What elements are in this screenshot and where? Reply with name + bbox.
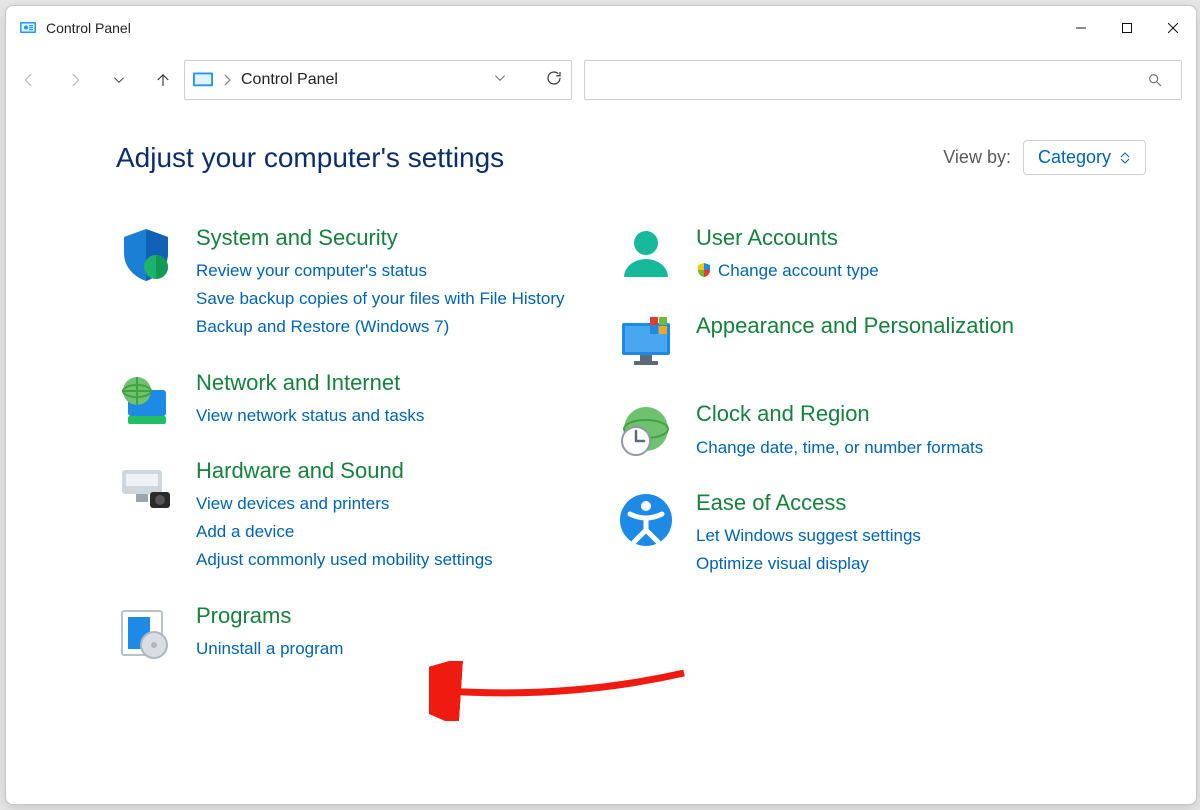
navigation-bar: Control Panel [6,50,1196,110]
breadcrumb-dropdown-button[interactable] [493,71,507,89]
category-programs: Programs Uninstall a program [116,603,576,663]
category-hardware-and-sound: Hardware and Sound View devices and print… [116,458,576,575]
category-body: Programs Uninstall a program [196,603,576,663]
refresh-button[interactable] [545,69,563,91]
category-body: Ease of Access Let Windows suggest settin… [696,490,1076,578]
category-title-user-accounts[interactable]: User Accounts [696,225,1076,251]
category-link-view-devices-and-printers[interactable]: View devices and printers [196,490,576,518]
programs-icon [116,603,176,663]
chevron-right-icon [223,74,231,86]
category-title-ease-of-access[interactable]: Ease of Access [696,490,1076,516]
category-title-appearance-and-personalization[interactable]: Appearance and Personalization [696,313,1076,339]
category-body: User Accounts Change account type [696,225,1076,285]
category-title-system-and-security[interactable]: System and Security [196,225,576,251]
viewby-label: View by: [943,147,1011,168]
address-bar[interactable]: Control Panel [184,60,572,100]
up-button[interactable] [154,71,172,89]
hardware-icon [116,458,176,518]
category-user-accounts: User Accounts Change account type [616,225,1076,285]
category-body: System and Security Review your computer'… [196,225,576,342]
category-column-right: User Accounts Change account type Appearan… [616,225,1076,663]
user-icon [616,225,676,285]
category-title-hardware-and-sound[interactable]: Hardware and Sound [196,458,576,484]
annotation-arrow [429,661,689,721]
recent-locations-button[interactable] [112,73,126,87]
category-link-view-network-status-and-tasks[interactable]: View network status and tasks [196,402,576,430]
category-link-add-a-device[interactable]: Add a device [196,518,576,546]
category-link-optimize-visual-display[interactable]: Optimize visual display [696,550,1076,578]
clock-icon [616,401,676,461]
category-link-backup-and-restore-windows-7[interactable]: Backup and Restore (Windows 7) [196,313,576,341]
category-link-review-your-computer-s-status[interactable]: Review your computer's status [196,257,576,285]
window-title: Control Panel [46,20,131,36]
breadcrumb-item[interactable]: Control Panel [241,71,338,89]
forward-button[interactable] [66,71,84,89]
search-icon [1147,72,1163,88]
shield-icon [116,225,176,285]
category-body: Clock and Region Change date, time, or nu… [696,401,1076,461]
chevron-down-icon [1119,152,1131,164]
category-link-adjust-commonly-used-mobility-settings[interactable]: Adjust commonly used mobility settings [196,546,576,574]
app-icon [20,20,36,36]
category-title-clock-and-region[interactable]: Clock and Region [696,401,1076,427]
category-link-save-backup-copies-of-your-files-with-file-history[interactable]: Save backup copies of your files with Fi… [196,285,576,313]
category-body: Network and Internet View network status … [196,370,576,430]
close-button[interactable] [1150,6,1196,50]
minimize-button[interactable] [1058,6,1104,50]
back-button[interactable] [20,71,38,89]
titlebar: Control Panel [6,6,1196,50]
category-ease-of-access: Ease of Access Let Windows suggest settin… [616,490,1076,578]
category-clock-and-region: Clock and Region Change date, time, or nu… [616,401,1076,461]
search-input[interactable] [584,60,1182,100]
category-body: Appearance and Personalization [696,313,1076,373]
viewby-selected: Category [1038,147,1111,168]
control-panel-window: Control Panel [5,5,1197,805]
category-title-programs[interactable]: Programs [196,603,576,629]
viewby-select[interactable]: Category [1023,140,1146,175]
category-system-and-security: System and Security Review your computer'… [116,225,576,342]
category-column-left: System and Security Review your computer'… [116,225,576,663]
content-area: Adjust your computer's settings View by:… [6,110,1196,804]
category-link-change-account-type[interactable]: Change account type [696,257,1076,285]
page-heading: Adjust your computer's settings [116,142,504,174]
category-link-uninstall-a-program[interactable]: Uninstall a program [196,635,576,663]
category-body: Hardware and Sound View devices and print… [196,458,576,575]
network-icon [116,370,176,430]
appear-icon [616,313,676,373]
category-link-change-date-time-or-number-formats[interactable]: Change date, time, or number formats [696,434,1076,462]
category-network-and-internet: Network and Internet View network status … [116,370,576,430]
category-link-let-windows-suggest-settings[interactable]: Let Windows suggest settings [696,522,1076,550]
category-title-network-and-internet[interactable]: Network and Internet [196,370,576,396]
category-appearance-and-personalization: Appearance and Personalization [616,313,1076,373]
viewby-control: View by: Category [943,140,1146,175]
maximize-button[interactable] [1104,6,1150,50]
control-panel-icon [193,70,213,90]
ease-icon [616,490,676,550]
